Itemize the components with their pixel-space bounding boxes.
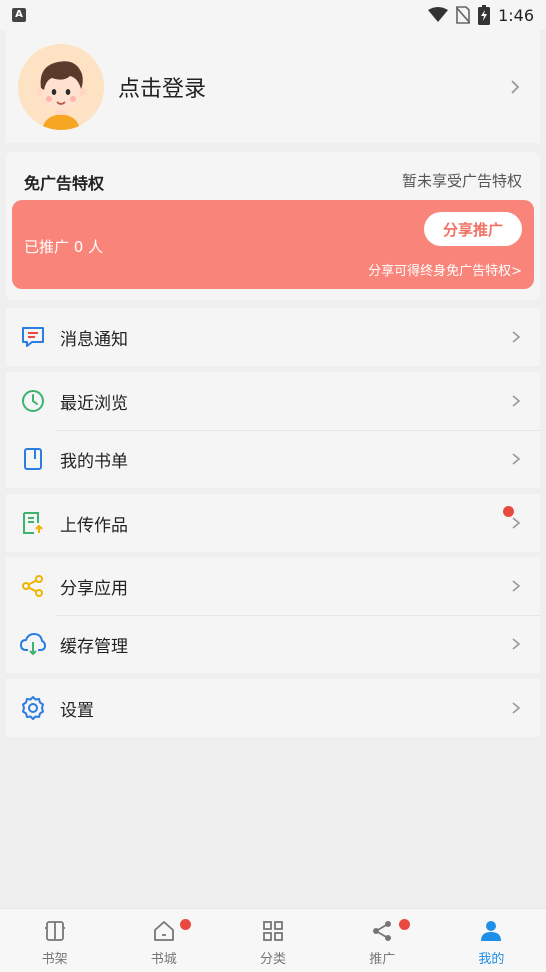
nav-label: 书城	[150, 952, 177, 967]
no-sim-icon	[456, 6, 471, 24]
menu-label: 上传作品	[60, 515, 128, 536]
boy-avatar-icon	[18, 43, 104, 130]
status-bar: A 1:46	[0, 0, 546, 30]
status-right: 1:46	[428, 5, 534, 25]
menu-label: 设置	[60, 700, 94, 721]
chevron-right-icon	[511, 79, 520, 94]
menu-item-cache[interactable]: 缓存管理	[6, 615, 540, 673]
upload-doc-icon	[23, 512, 43, 534]
menu-group-upload: 上传作品	[6, 494, 540, 552]
person-icon	[481, 921, 502, 941]
message-icon	[22, 327, 44, 347]
promo-hint-link[interactable]: 分享可得终身免广告特权>	[368, 260, 522, 279]
menu-group-settings: 设置	[6, 679, 540, 737]
menu-item-share-app[interactable]: 分享应用	[6, 557, 540, 615]
chevron-right-icon	[512, 702, 521, 714]
menu-group-reading: 最近浏览 我的书单	[6, 372, 540, 488]
chevron-right-icon	[512, 331, 521, 343]
chevron-right-icon	[512, 638, 521, 650]
login-text[interactable]: 点击登录	[118, 71, 206, 103]
menu-item-upload[interactable]: 上传作品	[6, 494, 540, 552]
menu-item-settings[interactable]: 设置	[6, 679, 540, 737]
nav-label: 推广	[369, 952, 396, 967]
menu-label: 消息通知	[60, 329, 128, 350]
menu-item-recent[interactable]: 最近浏览	[6, 372, 540, 430]
ad-free-status: 暂未享受广告特权	[401, 172, 522, 190]
chevron-right-icon	[512, 580, 521, 592]
menu-group-app: 分享应用 缓存管理	[6, 557, 540, 673]
nav-label: 我的	[478, 952, 505, 967]
bookshelf-icon	[44, 921, 65, 941]
bookmark-icon	[24, 448, 42, 470]
profile-header[interactable]: 点击登录	[6, 30, 540, 143]
battery-charging-icon	[478, 5, 491, 25]
status-time: 1:46	[498, 5, 534, 25]
avatar[interactable]	[18, 43, 104, 130]
share-icon	[373, 921, 392, 941]
nav-item-bookshelf[interactable]: 书架	[0, 909, 109, 972]
clock-icon	[22, 390, 44, 412]
nav-item-category[interactable]: 分类	[218, 909, 327, 972]
cloud-download-icon	[20, 632, 46, 656]
chevron-right-icon	[512, 517, 521, 529]
menu-label: 缓存管理	[60, 636, 128, 657]
menu-label: 我的书单	[60, 451, 128, 472]
nav-item-promote[interactable]: 推广	[328, 909, 437, 972]
notification-a-icon: A	[12, 8, 26, 22]
chevron-right-icon	[512, 453, 521, 465]
category-icon	[263, 921, 283, 941]
status-left: A	[12, 8, 26, 22]
menu-item-messages[interactable]: 消息通知	[6, 308, 540, 366]
nav-item-bookstore[interactable]: 书城	[109, 909, 218, 972]
gear-icon	[22, 696, 44, 720]
wifi-icon	[428, 7, 449, 22]
notification-badge	[398, 919, 410, 930]
menu-group-messages: 消息通知	[6, 308, 540, 366]
home-icon	[153, 921, 174, 941]
ad-free-card: 免广告特权 暂未享受广告特权 已推广 0 人 分享推广 分享可得终身免广告特权>	[6, 152, 540, 300]
promo-banner: 已推广 0 人 分享推广 分享可得终身免广告特权>	[12, 200, 534, 289]
ad-free-title: 免广告特权	[24, 174, 105, 193]
bottom-nav: 书架 书城 分类 推广 我的	[0, 908, 546, 972]
nav-label: 分类	[260, 952, 287, 967]
menu-item-booklist[interactable]: 我的书单	[6, 430, 540, 488]
menu-label: 最近浏览	[60, 393, 128, 414]
nav-item-mine[interactable]: 我的	[437, 909, 546, 972]
nav-label: 书架	[41, 952, 68, 967]
share-icon	[22, 575, 43, 597]
notification-badge	[503, 506, 514, 517]
promoted-count: 已推广 0 人	[24, 238, 104, 256]
chevron-right-icon	[512, 395, 521, 407]
notification-badge	[180, 919, 192, 930]
menu-label: 分享应用	[60, 578, 128, 599]
share-promote-button[interactable]: 分享推广	[424, 212, 522, 246]
